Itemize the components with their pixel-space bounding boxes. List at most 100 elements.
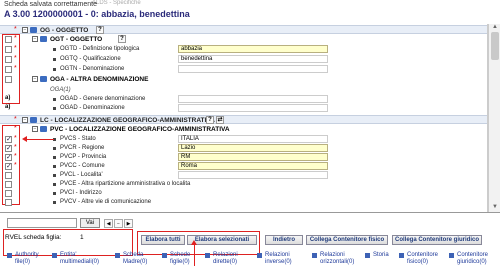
go-button[interactable]: Vai — [80, 218, 100, 228]
collapse-toggle[interactable]: − — [32, 36, 38, 42]
field-row: PVCL - Localita' — [0, 171, 487, 180]
row-checkbox[interactable] — [5, 66, 12, 73]
arrow-icon — [7, 253, 12, 258]
field-label: PVCV - Altre vie di comunicazione — [60, 199, 152, 205]
folder-icon — [30, 27, 37, 33]
section-ogt: * − OGT - OGGETTO ? — [0, 35, 487, 44]
section-pvc: * − PVC - LOCALIZZAZIONE GEOGRAFICO-AMMI… — [0, 125, 487, 134]
footer-link-storia[interactable]: Storia — [365, 252, 389, 259]
pvcp-input[interactable]: RM — [178, 153, 328, 161]
folder-icon — [30, 117, 37, 123]
pvcc-input[interactable]: Roma — [178, 162, 328, 170]
elabora-tutti-button[interactable]: Elabora tutti — [141, 235, 185, 245]
scroll-down-icon[interactable]: ▼ — [489, 204, 500, 212]
field-row: * OGTQ - Qualificazione benedettina — [0, 55, 487, 64]
pvcr-input[interactable]: Lazio — [178, 144, 328, 152]
section-label: OG - OGGETTO — [40, 27, 89, 34]
collapse-toggle[interactable]: − — [22, 27, 28, 33]
subsection-label: OGA(1) — [50, 87, 71, 93]
collapse-toggle[interactable]: − — [32, 76, 38, 82]
footer-link-scheda-madre[interactable]: Scheda Madre(0) — [115, 252, 147, 266]
required-mark: * — [14, 125, 17, 132]
footer-link-schede-figlie[interactable]: Schede figlie(0) — [162, 252, 190, 266]
row-checkbox[interactable] — [5, 172, 12, 179]
footer-link-contenitore-giuridico[interactable]: Contenitore giuridico(0) — [449, 252, 488, 266]
previous-icon[interactable]: ◀ — [104, 219, 113, 228]
collapse-toggle[interactable]: − — [32, 126, 38, 132]
footer-link-authority[interactable]: Authority file(0) — [7, 252, 39, 266]
elabora-selezionati-button[interactable]: Elabora selezionati — [187, 235, 257, 245]
bullet-icon — [53, 156, 56, 159]
row-checkbox[interactable] — [5, 199, 12, 206]
field-label: PVCC - Comune — [60, 163, 105, 169]
footer-link-contenitore-fisico[interactable]: Contenitore fisico(0) — [399, 252, 438, 266]
field-label: OGTD - Definizione tipologica — [60, 46, 140, 52]
section-label: OGT - OGGETTO — [50, 36, 103, 43]
row-checkbox[interactable] — [5, 36, 12, 43]
field-label: PVCI - Indirizzo — [60, 190, 102, 196]
footer-link-relazioni-orizzontali[interactable]: Relazioni orizzontali(0) — [312, 252, 354, 266]
row-checkbox[interactable] — [5, 135, 12, 143]
field-label: PVCL - Localita' — [60, 172, 103, 178]
field-row: * PVCP - Provincia RM — [0, 153, 487, 162]
row-checkbox[interactable] — [5, 56, 12, 63]
arrow-icon — [257, 253, 262, 258]
bullet-icon — [53, 165, 56, 168]
arrow-icon — [365, 253, 370, 258]
subsection-row: OGA(1) — [0, 86, 487, 95]
row-checkbox[interactable] — [5, 144, 12, 152]
scroll-up-icon[interactable]: ▲ — [489, 24, 500, 32]
help-button[interactable]: ? — [206, 116, 214, 124]
field-row: PVCI - Indirizzo — [0, 189, 487, 198]
help-button[interactable]: ? — [118, 35, 126, 43]
required-mark: * — [14, 55, 17, 62]
ogad2-input[interactable] — [178, 104, 328, 112]
required-mark: * — [14, 162, 17, 169]
row-checkbox[interactable] — [5, 162, 12, 170]
ogtn-input[interactable] — [178, 65, 328, 73]
row-checkbox[interactable] — [5, 153, 12, 161]
footer-link-relazioni-inverse[interactable]: Relazioni inverse(0) — [257, 252, 292, 266]
page-title: A 3.00 1200000001 - 0: abbazia, benedett… — [4, 9, 190, 19]
pvcs-input[interactable]: ITALIA — [178, 135, 328, 143]
section-lc: * − LC - LOCALIZZAZIONE GEOGRAFICO-AMMIN… — [0, 115, 487, 124]
field-row: PVCV - Altre vie di comunicazione — [0, 198, 487, 207]
bullet-icon — [53, 68, 56, 71]
collega-fisico-button[interactable]: Collega Contenitore fisico — [306, 235, 388, 245]
footer-link-entita[interactable]: Entita' multimediali(0) — [52, 252, 99, 266]
bullet-icon — [53, 174, 56, 177]
field-row: * PVCC - Comune Roma — [0, 162, 487, 171]
ogtq-input[interactable]: benedettina — [178, 55, 328, 63]
first-icon[interactable]: − — [114, 219, 123, 228]
next-icon[interactable]: ▶ — [124, 219, 133, 228]
required-mark: * — [14, 153, 17, 160]
ogad-input[interactable] — [178, 95, 328, 103]
scroll-thumb[interactable] — [491, 32, 499, 60]
row-checkbox[interactable] — [5, 46, 12, 53]
row-checkbox[interactable] — [5, 76, 12, 83]
rvel-value[interactable]: 1 — [80, 234, 84, 241]
search-input[interactable] — [7, 218, 77, 228]
arrow-icon — [449, 253, 454, 258]
bullet-icon — [53, 58, 56, 61]
faded-row: ALDS - Specifiche — [92, 0, 141, 6]
bullet-icon — [53, 98, 56, 101]
mark-a: a) — [5, 104, 11, 110]
folder-icon — [40, 36, 47, 42]
page-header: ALDS - Specifiche Scheda salvata corrett… — [0, 0, 500, 23]
vertical-scrollbar[interactable]: ▲ ▼ — [488, 24, 500, 212]
ogtd-input[interactable]: abbazia — [178, 45, 328, 53]
row-checkbox[interactable] — [5, 190, 12, 197]
collapse-toggle[interactable]: − — [22, 117, 28, 123]
help-button[interactable]: ? — [96, 26, 104, 34]
indietro-button[interactable]: Indietro — [265, 235, 303, 245]
section-label: OGA - ALTRA DENOMINAZIONE — [50, 76, 149, 83]
row-checkbox[interactable] — [5, 181, 12, 188]
arrow-icon — [52, 253, 57, 258]
required-mark: * — [14, 26, 17, 33]
footer-link-relazioni-dirette[interactable]: Relazioni dirette(0) — [205, 252, 238, 266]
collega-giuridico-button[interactable]: Collega Contenitore giuridico — [392, 235, 482, 245]
pvcl-input[interactable] — [178, 171, 328, 179]
link-icon[interactable]: ⇄ — [216, 116, 224, 124]
required-mark: * — [14, 144, 17, 151]
